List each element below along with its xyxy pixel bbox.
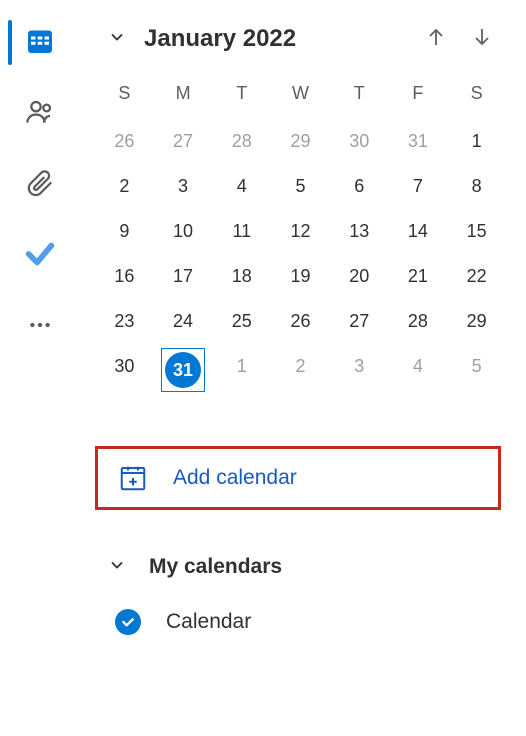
day-cell[interactable]: 14 bbox=[389, 209, 448, 254]
day-header: S bbox=[447, 73, 506, 119]
day-cell[interactable]: 21 bbox=[389, 254, 448, 299]
arrow-up-icon bbox=[424, 25, 448, 54]
day-cell[interactable]: 28 bbox=[389, 299, 448, 344]
day-cell[interactable]: 15 bbox=[447, 209, 506, 254]
day-cell[interactable]: 18 bbox=[212, 254, 271, 299]
day-cell[interactable]: 31 bbox=[154, 344, 213, 396]
day-cell[interactable]: 26 bbox=[271, 299, 330, 344]
day-cell[interactable]: 5 bbox=[447, 344, 506, 396]
day-cell[interactable]: 20 bbox=[330, 254, 389, 299]
day-header: F bbox=[389, 73, 448, 119]
day-cell[interactable]: 6 bbox=[330, 164, 389, 209]
day-cell[interactable]: 26 bbox=[95, 119, 154, 164]
day-cell[interactable]: 29 bbox=[271, 119, 330, 164]
day-cell[interactable]: 22 bbox=[447, 254, 506, 299]
day-cell[interactable]: 29 bbox=[447, 299, 506, 344]
day-header: W bbox=[271, 73, 330, 119]
more-icon bbox=[27, 312, 53, 343]
checkmark-icon bbox=[23, 237, 57, 276]
nav-more[interactable] bbox=[22, 309, 58, 345]
calendar-item[interactable]: Calendar bbox=[95, 604, 506, 640]
day-cell[interactable]: 27 bbox=[330, 299, 389, 344]
nav-files[interactable] bbox=[22, 167, 58, 203]
day-cell[interactable]: 2 bbox=[271, 344, 330, 396]
next-month-button[interactable] bbox=[468, 25, 496, 53]
day-cell[interactable]: 10 bbox=[154, 209, 213, 254]
day-cell[interactable]: 3 bbox=[154, 164, 213, 209]
nav-people[interactable] bbox=[22, 96, 58, 132]
chevron-down-icon bbox=[107, 27, 127, 52]
paperclip-icon bbox=[25, 168, 55, 203]
day-cell[interactable]: 7 bbox=[389, 164, 448, 209]
day-cell[interactable]: 19 bbox=[271, 254, 330, 299]
day-cell[interactable]: 2 bbox=[95, 164, 154, 209]
day-cell[interactable]: 3 bbox=[330, 344, 389, 396]
day-header: M bbox=[154, 73, 213, 119]
my-calendars-label: My calendars bbox=[149, 555, 282, 579]
chevron-down-icon bbox=[107, 555, 127, 580]
arrow-down-icon bbox=[470, 25, 494, 54]
active-indicator bbox=[8, 20, 12, 65]
calendar-name: Calendar bbox=[166, 610, 251, 634]
day-cell[interactable]: 25 bbox=[212, 299, 271, 344]
prev-month-button[interactable] bbox=[422, 25, 450, 53]
day-cell[interactable]: 16 bbox=[95, 254, 154, 299]
nav-calendar[interactable] bbox=[22, 25, 58, 61]
add-calendar-label: Add calendar bbox=[173, 466, 297, 490]
people-icon bbox=[24, 96, 56, 133]
day-cell[interactable]: 1 bbox=[447, 119, 506, 164]
day-cell[interactable]: 11 bbox=[212, 209, 271, 254]
month-label[interactable]: January 2022 bbox=[144, 25, 407, 53]
calendar-icon bbox=[25, 26, 55, 61]
day-cell[interactable]: 13 bbox=[330, 209, 389, 254]
add-calendar-button[interactable]: Add calendar bbox=[95, 446, 501, 510]
day-cell[interactable]: 24 bbox=[154, 299, 213, 344]
day-cell[interactable]: 9 bbox=[95, 209, 154, 254]
my-calendars-toggle[interactable] bbox=[105, 555, 129, 579]
day-cell[interactable]: 23 bbox=[95, 299, 154, 344]
nav-todo[interactable] bbox=[22, 238, 58, 274]
day-cell[interactable]: 8 bbox=[447, 164, 506, 209]
left-rail bbox=[0, 0, 80, 736]
day-cell[interactable]: 12 bbox=[271, 209, 330, 254]
day-cell[interactable]: 30 bbox=[330, 119, 389, 164]
mini-calendar: SMTWTFS262728293031123456789101112131415… bbox=[95, 73, 506, 396]
day-cell[interactable]: 4 bbox=[389, 344, 448, 396]
add-calendar-icon bbox=[118, 463, 148, 493]
month-expand-toggle[interactable] bbox=[105, 27, 129, 51]
month-header: January 2022 bbox=[95, 25, 506, 53]
day-cell[interactable]: 17 bbox=[154, 254, 213, 299]
day-cell[interactable]: 5 bbox=[271, 164, 330, 209]
day-cell[interactable]: 30 bbox=[95, 344, 154, 396]
calendar-list: Calendar bbox=[95, 604, 506, 640]
day-cell[interactable]: 28 bbox=[212, 119, 271, 164]
calendar-checkbox[interactable] bbox=[115, 609, 141, 635]
my-calendars-header[interactable]: My calendars bbox=[95, 550, 506, 604]
day-header: S bbox=[95, 73, 154, 119]
day-cell[interactable]: 27 bbox=[154, 119, 213, 164]
day-cell[interactable]: 1 bbox=[212, 344, 271, 396]
day-cell[interactable]: 31 bbox=[389, 119, 448, 164]
day-header: T bbox=[212, 73, 271, 119]
day-header: T bbox=[330, 73, 389, 119]
day-cell[interactable]: 4 bbox=[212, 164, 271, 209]
calendar-panel: January 2022 SMTWTFS26272829303112345678… bbox=[80, 0, 526, 736]
month-nav bbox=[422, 25, 506, 53]
